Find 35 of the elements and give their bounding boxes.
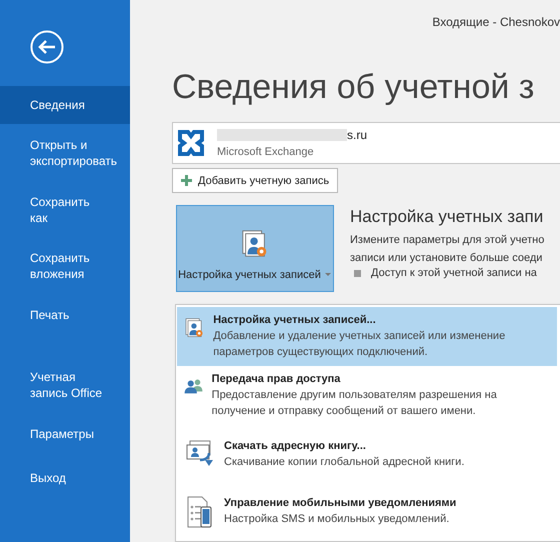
account-settings-button[interactable]: Настройка учетных записей [176,205,334,292]
sidebar-item[interactable]: Параметры [0,415,130,453]
sidebar-item[interactable]: Сохранить вложения [0,243,130,290]
menu-item[interactable]: Скачать адресную книгу... Скачивание копии глобальной адресной книги. [177,433,557,476]
section-description: Измените параметры для этой учетно записи или установите больше соеди [350,233,546,266]
sidebar-item[interactable]: Сохранить как [0,183,130,237]
menu-item[interactable]: Передача прав доступа Предоставление другим пользователям разрешения на получение и отправку сообщений от вашего имени. [177,366,557,425]
sidebar-item[interactable]: Сведения [0,86,130,124]
back-icon[interactable] [30,30,64,64]
plus-icon [181,175,192,186]
menu-item-title: Скачать адресную книгу... [224,439,367,454]
bullet-icon [354,270,361,276]
section-title: Настройка учетных запи [350,207,544,227]
menu-item-title: Настройка учетных записей... [213,313,377,328]
sidebar-item[interactable]: Выход [0,459,130,497]
account-email: s.ru [347,128,368,142]
sidebar-item[interactable]: Учетная запись Office [0,362,130,409]
menu-item-description: Добавление и удаление учетных записей или изменение параметров существующих подключений. [213,329,506,360]
bullet-text: Доступ к этой учетной записи на [371,267,537,279]
account-selector[interactable]: s.ru Microsoft Exchange [172,122,560,164]
add-account-button[interactable]: Добавить учетную запись [172,168,338,193]
window-title: Входящие - Chesnokov [432,15,560,29]
menu-item-description: Предоставление другим пользователям разрешения на получение и отправку сообщений от вашего имени. [212,388,498,419]
menu-item-title: Управление мобильными уведомлениями [224,496,456,511]
sidebar-item[interactable]: Печать [0,296,130,334]
page-heading: Сведения об учетной з [172,67,534,107]
caret-icon [324,272,332,278]
menu-item-description: Настройка SMS и мобильных уведомлений. [224,512,450,527]
account-type: Microsoft Exchange [217,146,315,158]
exchange-logo-icon [177,129,205,157]
menu-item[interactable]: Управление мобильными уведомлениями Настройка SMS и мобильных уведомлений. [177,490,557,535]
menu-item-title: Передача прав доступа [212,372,342,387]
menu-item-description: Скачивание копии глобальной адресной книги. [224,455,464,470]
menu-item[interactable]: Настройка учетных записей... Добавление и удаление учетных записей или изменение параметров существующих подключений. [177,307,557,366]
sidebar-item[interactable]: Открыть и экспортировать [0,130,130,177]
